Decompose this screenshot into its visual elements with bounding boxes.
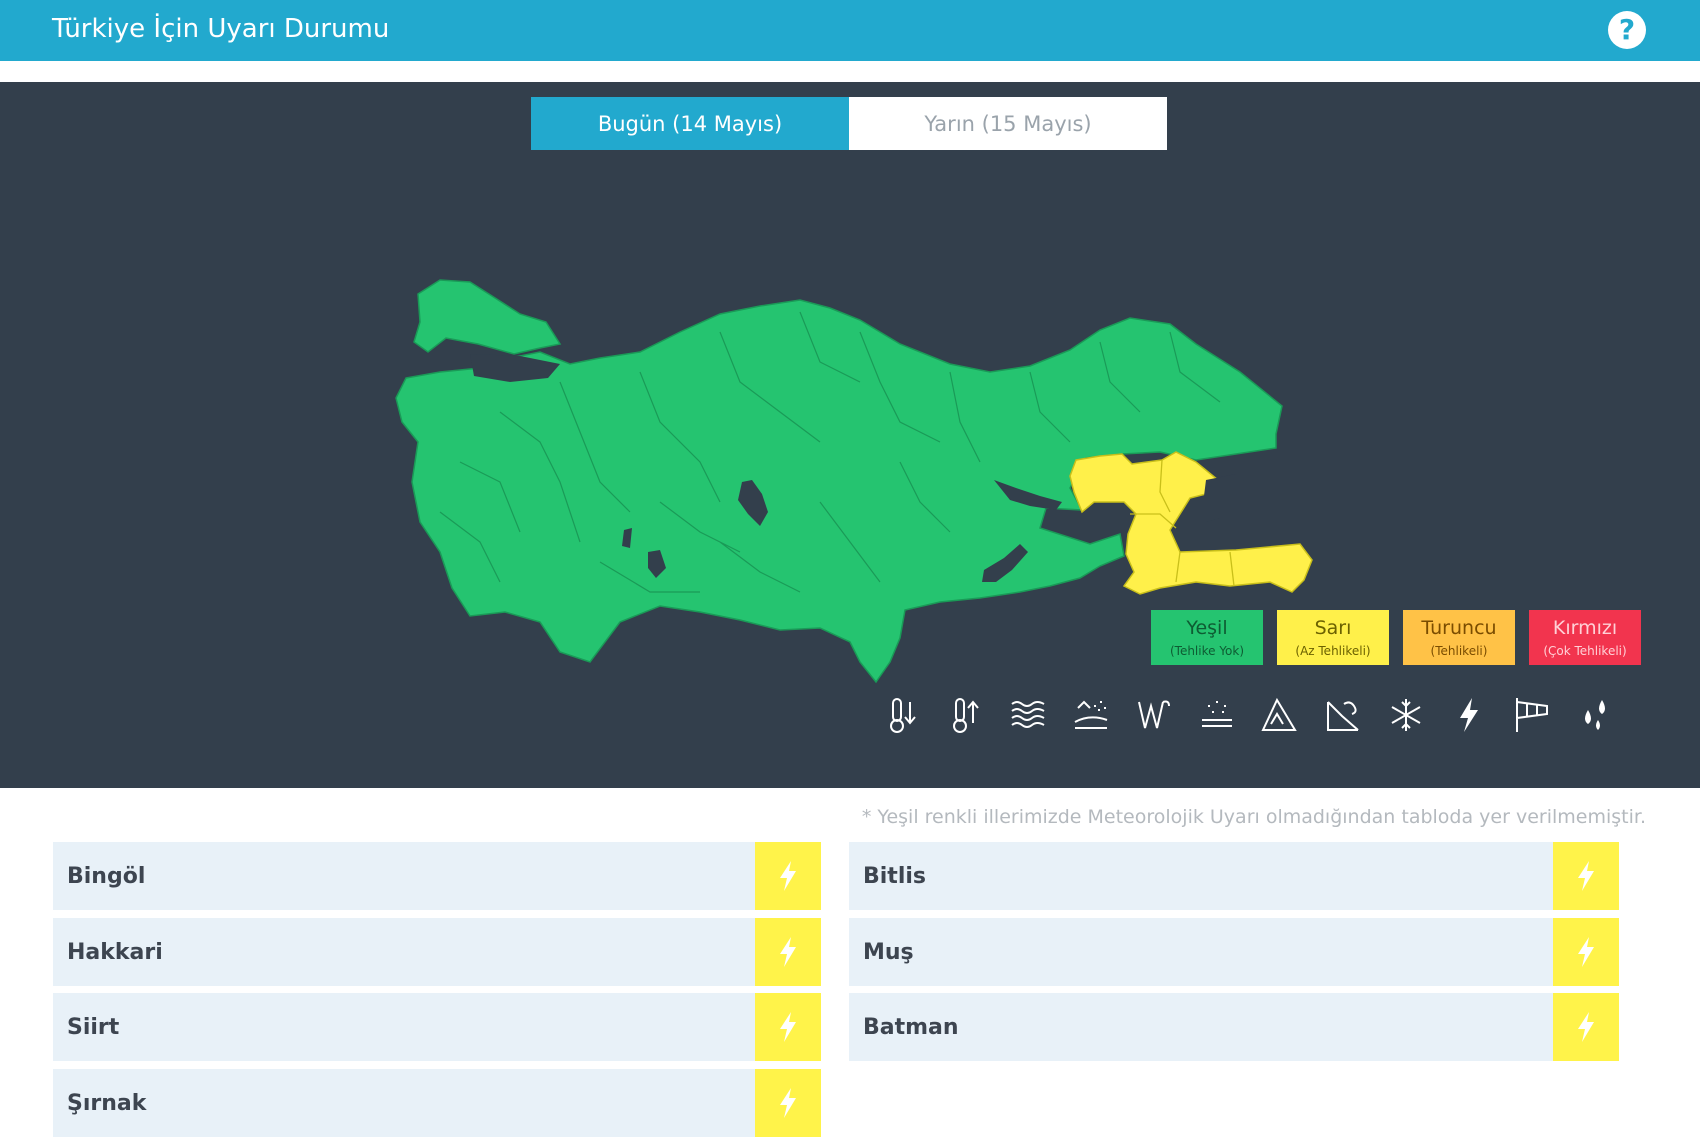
warning-row-hakkari[interactable]: Hakkari xyxy=(53,918,821,986)
legend-yellow-label: Sarı xyxy=(1314,616,1352,639)
map-section: Bugün (14 Mayıs) Yarın (15 Mayıs) Yeşil … xyxy=(0,82,1700,788)
help-button[interactable]: ? xyxy=(1608,11,1646,49)
thunderstorm-icon xyxy=(755,842,821,910)
thunderstorm-icon xyxy=(1553,918,1619,986)
thunderstorm-icon[interactable] xyxy=(1448,694,1490,736)
province-name: Bitlis xyxy=(863,863,927,889)
warning-row-mus[interactable]: Muş xyxy=(849,918,1619,986)
thunderstorm-icon xyxy=(755,918,821,986)
legend-red-label: Kırmızı xyxy=(1552,616,1618,639)
province-name: Şırnak xyxy=(67,1090,147,1116)
province-name: Muş xyxy=(863,939,914,965)
hazard-icon-bar xyxy=(881,694,1616,736)
no-warning-note: * Yeşil renkli illerimizde Meteorolojik … xyxy=(861,806,1646,828)
avalanche-icon[interactable] xyxy=(1259,694,1301,736)
page-title: Türkiye İçin Uyarı Durumu xyxy=(52,14,390,44)
warning-row-bingol[interactable]: Bingöl xyxy=(53,842,821,910)
warning-row-bitlis[interactable]: Bitlis xyxy=(849,842,1619,910)
heat-icon[interactable] xyxy=(944,694,986,736)
province-name: Hakkari xyxy=(67,939,163,965)
legend-yellow[interactable]: Sarı (Az Tehlikeli) xyxy=(1277,610,1389,665)
province-name: Siirt xyxy=(67,1014,120,1040)
thunderstorm-icon xyxy=(1553,993,1619,1061)
legend-green-sub: (Tehlike Yok) xyxy=(1169,643,1245,658)
warning-row-siirt[interactable]: Siirt xyxy=(53,993,821,1061)
legend-orange[interactable]: Turuncu (Tehlikeli) xyxy=(1403,610,1515,665)
question-icon: ? xyxy=(1618,13,1636,46)
thunderstorm-icon xyxy=(755,993,821,1061)
frost-icon[interactable] xyxy=(1385,694,1427,736)
windsock-icon[interactable] xyxy=(1511,694,1553,736)
legend: Yeşil (Tehlike Yok) Sarı (Az Tehlikeli) … xyxy=(1151,610,1641,665)
fog-icon[interactable] xyxy=(1007,694,1049,736)
legend-yellow-sub: (Az Tehlikeli) xyxy=(1295,643,1371,658)
flood-icon[interactable] xyxy=(1322,694,1364,736)
legend-red-sub: (Çok Tehlikeli) xyxy=(1543,643,1627,658)
province-name: Bingöl xyxy=(67,863,146,889)
map-thrace[interactable] xyxy=(413,279,562,355)
cold-icon[interactable] xyxy=(881,694,923,736)
dust-icon[interactable] xyxy=(1070,694,1112,736)
legend-orange-label: Turuncu xyxy=(1421,616,1497,639)
snowfall-icon[interactable] xyxy=(1196,694,1238,736)
warning-row-batman[interactable]: Batman xyxy=(849,993,1619,1061)
legend-green[interactable]: Yeşil (Tehlike Yok) xyxy=(1151,610,1263,665)
top-bar: Türkiye İçin Uyarı Durumu ? xyxy=(0,0,1700,61)
legend-red[interactable]: Kırmızı (Çok Tehlikeli) xyxy=(1529,610,1641,665)
map-warning-region[interactable] xyxy=(1069,451,1313,595)
wind-icon[interactable] xyxy=(1133,694,1175,736)
legend-green-label: Yeşil xyxy=(1186,616,1228,639)
province-name: Batman xyxy=(863,1014,959,1040)
turkey-warning-map[interactable] xyxy=(0,82,1700,788)
rain-icon[interactable] xyxy=(1574,694,1616,736)
thunderstorm-icon xyxy=(1553,842,1619,910)
warning-row-sirnak[interactable]: Şırnak xyxy=(53,1069,821,1137)
legend-orange-sub: (Tehlikeli) xyxy=(1430,643,1488,658)
thunderstorm-icon xyxy=(755,1069,821,1137)
